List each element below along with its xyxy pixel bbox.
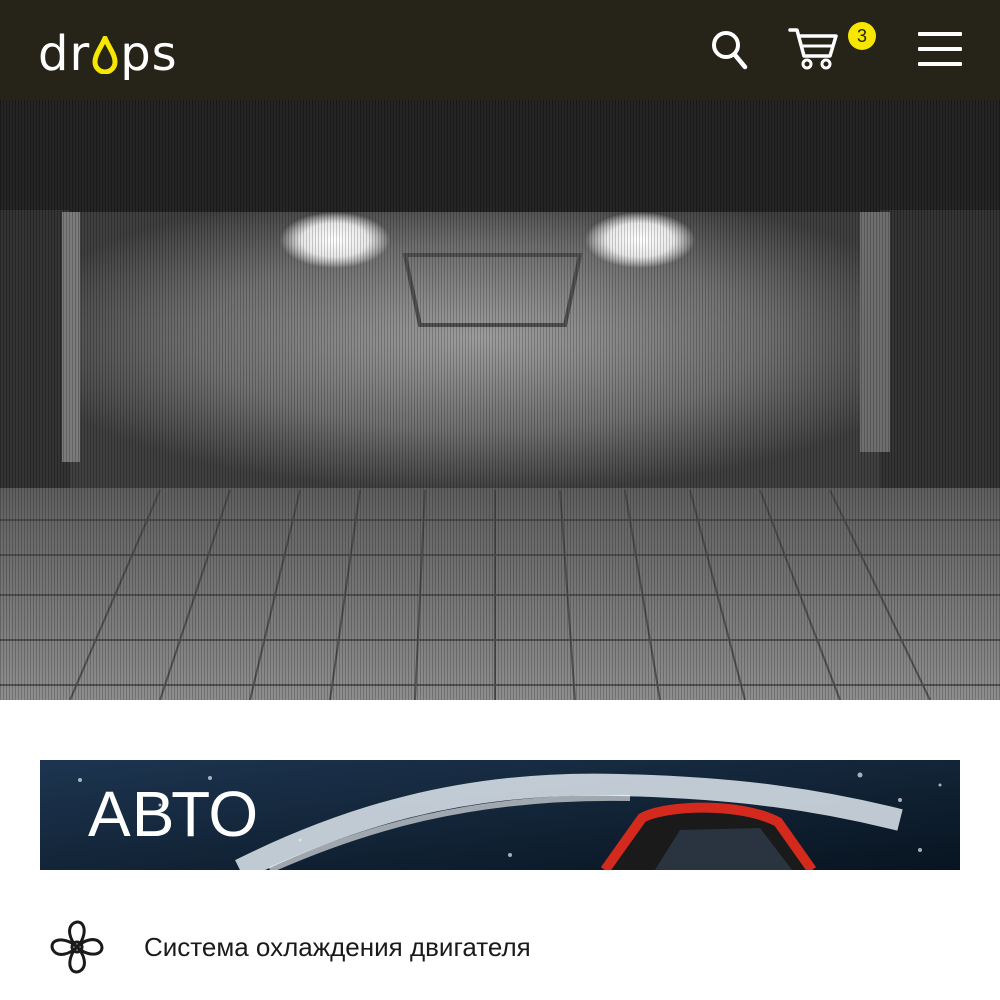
drop-logo-icon (92, 36, 118, 74)
search-icon (712, 31, 748, 70)
hamburger-menu-icon-bar-3 (918, 62, 962, 66)
logo-link[interactable]: dr ps (38, 18, 178, 78)
cart-count-badge: 3 (848, 22, 876, 50)
category-banner-auto[interactable]: АВТО (40, 760, 960, 870)
cart-icon (788, 28, 838, 70)
fan-icon (50, 920, 104, 974)
service-item-engine-cooling[interactable]: Система охлаждения двигателя (40, 910, 960, 990)
logo-text-right: ps (120, 26, 178, 82)
hero-image (0, 100, 1000, 700)
search-button[interactable] (710, 28, 750, 72)
menu-button[interactable] (918, 32, 962, 66)
service-label: Система охлаждения двигателя (144, 932, 531, 962)
cart-button[interactable] (788, 24, 840, 72)
hero-car-wash-illustration (0, 100, 1000, 700)
logo-text-left: dr (38, 26, 91, 82)
hamburger-menu-icon-bar-2 (918, 47, 962, 51)
hamburger-menu-icon-bar-1 (918, 32, 962, 36)
site-header: dr ps 3 (0, 0, 1000, 100)
banner-title: АВТО (88, 778, 260, 850)
